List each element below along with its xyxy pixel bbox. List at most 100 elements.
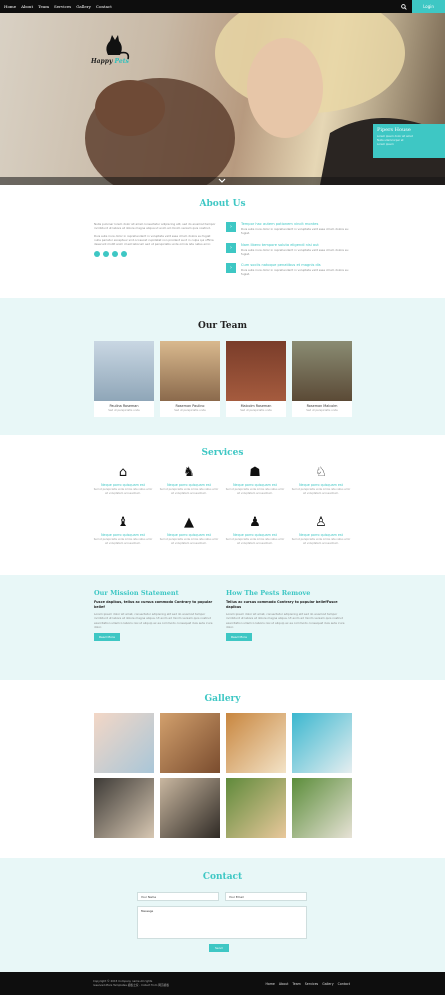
gallery-image[interactable] xyxy=(226,713,286,773)
chevron-down-icon[interactable] xyxy=(218,178,226,184)
hero-banner: Happy Pets Pipers House Lorem ipsum dolo… xyxy=(0,13,445,185)
service-title[interactable]: Neque porro quisquam est xyxy=(158,483,220,487)
footer-nav-about[interactable]: About xyxy=(279,982,288,986)
team-member-name: Roseman Paulino xyxy=(175,404,205,408)
service-item: ♘ Neque porro quisquam est Sed ut perspi… xyxy=(290,465,352,495)
team-photo xyxy=(226,341,286,401)
service-text: Sed ut perspiciatis unde omnis iste natu… xyxy=(291,488,351,495)
feature-text: Duis aute irure dolor in reprehenderit i… xyxy=(241,247,349,256)
pet-house-icon: ▲ xyxy=(184,515,194,530)
walking-dog-icon: ♘ xyxy=(315,465,327,480)
about-paragraph: Duis aute irure dolor in reprehenderit i… xyxy=(94,233,214,247)
gallery-image[interactable] xyxy=(226,778,286,838)
person-dog-icon: ♞ xyxy=(183,465,195,480)
gallery-image[interactable] xyxy=(94,778,154,838)
facebook-icon[interactable] xyxy=(94,251,100,258)
brand-name[interactable]: Happy Pets xyxy=(91,58,129,65)
mission-title: Our Mission Statement xyxy=(94,589,179,597)
service-text: Sed ut perspiciatis unde omnis iste natu… xyxy=(93,488,153,495)
team-member-role: Sed ut perspiciatis unde xyxy=(174,409,206,412)
twitter-icon[interactable] xyxy=(103,251,109,258)
nav-gallery[interactable]: Gallery xyxy=(76,4,91,9)
brand-name-second: Pets xyxy=(114,58,129,65)
footer: Copyright © 2015 Company name All rights… xyxy=(0,972,445,995)
footer-nav-gallery[interactable]: Gallery xyxy=(322,982,333,986)
feature-item: › Cum sociis natoque penatibus et magnis… xyxy=(226,263,356,277)
about-features: › Tempor hac autem potionem vincit monte… xyxy=(226,222,356,284)
top-navbar: Home About Team Services Gallery Contact… xyxy=(0,0,445,13)
about-paragraph: Nulla pulvinar lorem dolor sit amet cons… xyxy=(94,222,216,231)
service-text: Sed ut perspiciatis unde omnis iste natu… xyxy=(225,538,285,545)
service-item: ♟ Neque porro quisquam est Sed ut perspi… xyxy=(224,515,286,545)
team-member-role: Sed ut perspiciatis unde xyxy=(240,409,272,412)
service-item: ♞ Neque porro quisquam est Sed ut perspi… xyxy=(158,465,220,495)
nav-contact[interactable]: Contact xyxy=(96,4,112,9)
team-member-name: Malcolm Roseman xyxy=(240,404,272,408)
read-more-button[interactable]: Read More xyxy=(226,633,252,642)
gallery-image[interactable] xyxy=(160,713,220,773)
team-member-role: Sed ut perspiciatis unde xyxy=(306,409,338,412)
about-title: About Us xyxy=(199,199,246,209)
service-item: ♝ Neque porro quisquam est Sed ut perspi… xyxy=(92,515,154,545)
google-plus-icon[interactable] xyxy=(112,251,118,258)
gallery-image[interactable] xyxy=(292,713,352,773)
service-title[interactable]: Neque porro quisquam est xyxy=(158,533,220,537)
nav-about[interactable]: About xyxy=(21,4,33,9)
nav-team[interactable]: Team xyxy=(38,4,49,9)
search-icon[interactable] xyxy=(398,0,410,13)
promo-line: Lorem ipsum xyxy=(377,143,394,146)
nav-services[interactable]: Services xyxy=(54,4,71,9)
promo-box: Pipers House Lorem ipsum dolor sit amet … xyxy=(373,124,445,158)
team-member-name: Paulina Roseman xyxy=(109,404,139,408)
email-input[interactable]: Your Email xyxy=(225,892,307,901)
footer-nav-team[interactable]: Team xyxy=(292,982,300,986)
service-title[interactable]: Neque porro quisquam est xyxy=(290,483,352,487)
social-links xyxy=(94,251,216,258)
send-button[interactable]: Send xyxy=(209,944,229,952)
team-photo xyxy=(160,341,220,401)
footer-nav-services[interactable]: Services xyxy=(305,982,318,986)
feature-title[interactable]: Tempor hac autem potionem vincit montes xyxy=(241,222,356,226)
team-title: Our Team xyxy=(197,321,247,331)
team-card[interactable]: Roseman Paulino Sed ut perspiciatis unde xyxy=(160,341,220,417)
team-card[interactable]: Roseman Malcolm Sed ut perspiciatis unde xyxy=(292,341,352,417)
services-title: Services xyxy=(201,448,244,458)
gallery-image[interactable] xyxy=(94,713,154,773)
service-title[interactable]: Neque porro quisquam est xyxy=(290,533,352,537)
team-card[interactable]: Paulina Roseman Sed ut perspiciatis unde xyxy=(94,341,154,417)
service-text: Sed ut perspiciatis unde omnis iste natu… xyxy=(159,488,219,495)
team-photo xyxy=(292,341,352,401)
service-item: ☗ Neque porro quisquam est Sed ut perspi… xyxy=(224,465,286,495)
rss-icon[interactable] xyxy=(121,251,127,258)
hero-scroll-bar xyxy=(0,177,445,185)
pests-title: How The Pests Remove xyxy=(226,589,311,597)
feature-title[interactable]: Nam libero tempore soluta eligendi nisi … xyxy=(241,243,356,247)
copyright: Copyright © 2015 Company name All rights… xyxy=(93,979,169,988)
pests-text: Lorem ipsum dolor sit amet, consectetur … xyxy=(226,612,345,630)
read-more-button[interactable]: Read More xyxy=(94,633,120,642)
service-title[interactable]: Neque porro quisquam est xyxy=(224,483,286,487)
feature-text: Duis aute irure dolor in reprehenderit i… xyxy=(241,227,349,236)
service-text: Sed ut perspiciatis unde omnis iste natu… xyxy=(93,538,153,545)
gallery-title: Gallery xyxy=(204,694,241,704)
service-title[interactable]: Neque porro quisquam est xyxy=(92,483,154,487)
mission-column: Our Mission Statement Fusce dapibus, tel… xyxy=(94,589,219,642)
arrow-right-icon: › xyxy=(226,222,236,232)
gallery-image[interactable] xyxy=(292,778,352,838)
service-item: ♙ Neque porro quisquam est Sed ut perspi… xyxy=(290,515,352,545)
promo-title: Pipers House xyxy=(377,127,411,133)
message-textarea[interactable]: Message xyxy=(137,906,307,939)
copyright-line[interactable]: reserved.More Templates 模板之家 - Collect f… xyxy=(93,983,169,988)
service-title[interactable]: Neque porro quisquam est xyxy=(92,533,154,537)
team-card[interactable]: Malcolm Roseman Sed ut perspiciatis unde xyxy=(226,341,286,417)
mission-subtitle: Fusce dapibus, tellus ac cursus commodo … xyxy=(94,600,213,609)
footer-nav-home[interactable]: Home xyxy=(265,982,274,986)
footer-nav-contact[interactable]: Contact xyxy=(338,982,350,986)
nav-home[interactable]: Home xyxy=(4,4,16,9)
service-title[interactable]: Neque porro quisquam est xyxy=(224,533,286,537)
login-button[interactable]: Login xyxy=(412,0,445,13)
cat-icon: ☗ xyxy=(249,465,261,480)
gallery-image[interactable] xyxy=(160,778,220,838)
name-input[interactable]: Your Name xyxy=(137,892,219,901)
feature-title[interactable]: Cum sociis natoque penatibus et magnis d… xyxy=(241,263,356,267)
